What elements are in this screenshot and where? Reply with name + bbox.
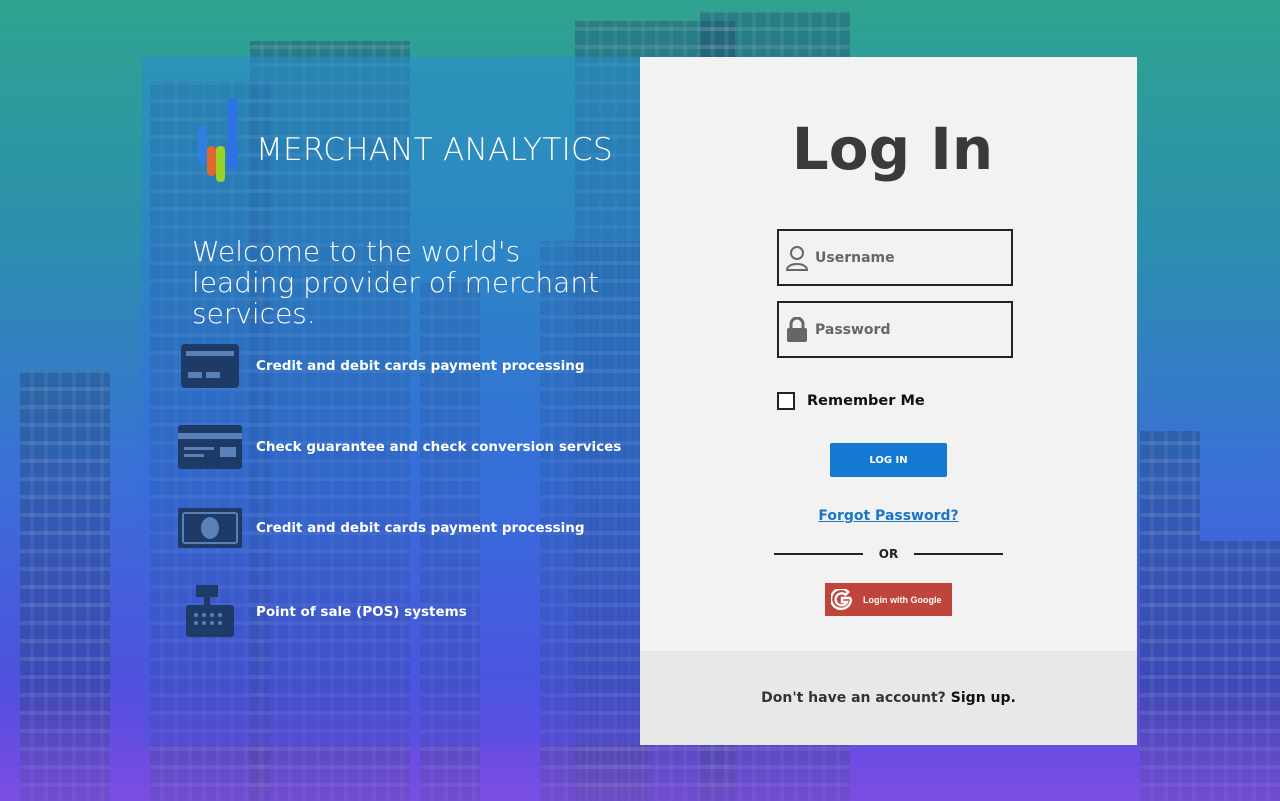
card-footer: Don't have an account? Sign up.	[640, 651, 1137, 745]
feature-item: Point of sale (POS) systems	[178, 585, 467, 637]
login-card: Log In Remember Me LOG IN Forgot Passwor…	[640, 57, 1137, 745]
divider-line	[774, 553, 863, 555]
lock-icon	[781, 316, 813, 343]
password-field[interactable]	[777, 301, 1013, 358]
google-g-icon	[825, 583, 859, 616]
remember-me-label: Remember Me	[807, 393, 925, 409]
welcome-heading: Welcome to the world's leading provider …	[192, 235, 600, 330]
google-login-button[interactable]: Login with Google	[825, 583, 952, 616]
google-login-label: Login with Google	[863, 594, 942, 605]
check-card-icon	[178, 423, 242, 471]
feature-label: Credit and debit cards payment processin…	[256, 520, 585, 536]
brand-header: MERCHANT ANALYTICS	[194, 98, 613, 182]
or-label: OR	[878, 547, 899, 561]
feature-item: Credit and debit cards payment processin…	[178, 342, 585, 390]
signup-link[interactable]: Sign up.	[951, 690, 1016, 706]
cash-icon	[178, 504, 242, 552]
login-title: Log In	[791, 115, 994, 183]
forgot-password-link[interactable]: Forgot Password?	[640, 508, 1137, 524]
divider-line	[914, 553, 1004, 555]
feature-item: Check guarantee and check conversion ser…	[178, 423, 621, 471]
credit-card-icon	[178, 342, 242, 390]
brand-logo-icon	[194, 98, 242, 182]
user-icon	[781, 245, 813, 271]
remember-me[interactable]: Remember Me	[777, 392, 925, 410]
feature-label: Credit and debit cards payment processin…	[256, 358, 585, 374]
feature-item: Credit and debit cards payment processin…	[178, 504, 585, 552]
feature-label: Point of sale (POS) systems	[256, 604, 467, 620]
login-button[interactable]: LOG IN	[830, 443, 947, 477]
username-field[interactable]	[777, 229, 1013, 286]
cash-register-icon	[178, 585, 242, 637]
remember-me-checkbox[interactable]	[777, 392, 795, 410]
password-input[interactable]	[815, 321, 1005, 338]
feature-label: Check guarantee and check conversion ser…	[256, 439, 622, 455]
username-input[interactable]	[815, 249, 1005, 266]
or-divider: OR	[774, 545, 1004, 563]
signup-prompt: Don't have an account?	[761, 690, 946, 706]
brand-name: MERCHANT ANALYTICS	[256, 132, 613, 168]
